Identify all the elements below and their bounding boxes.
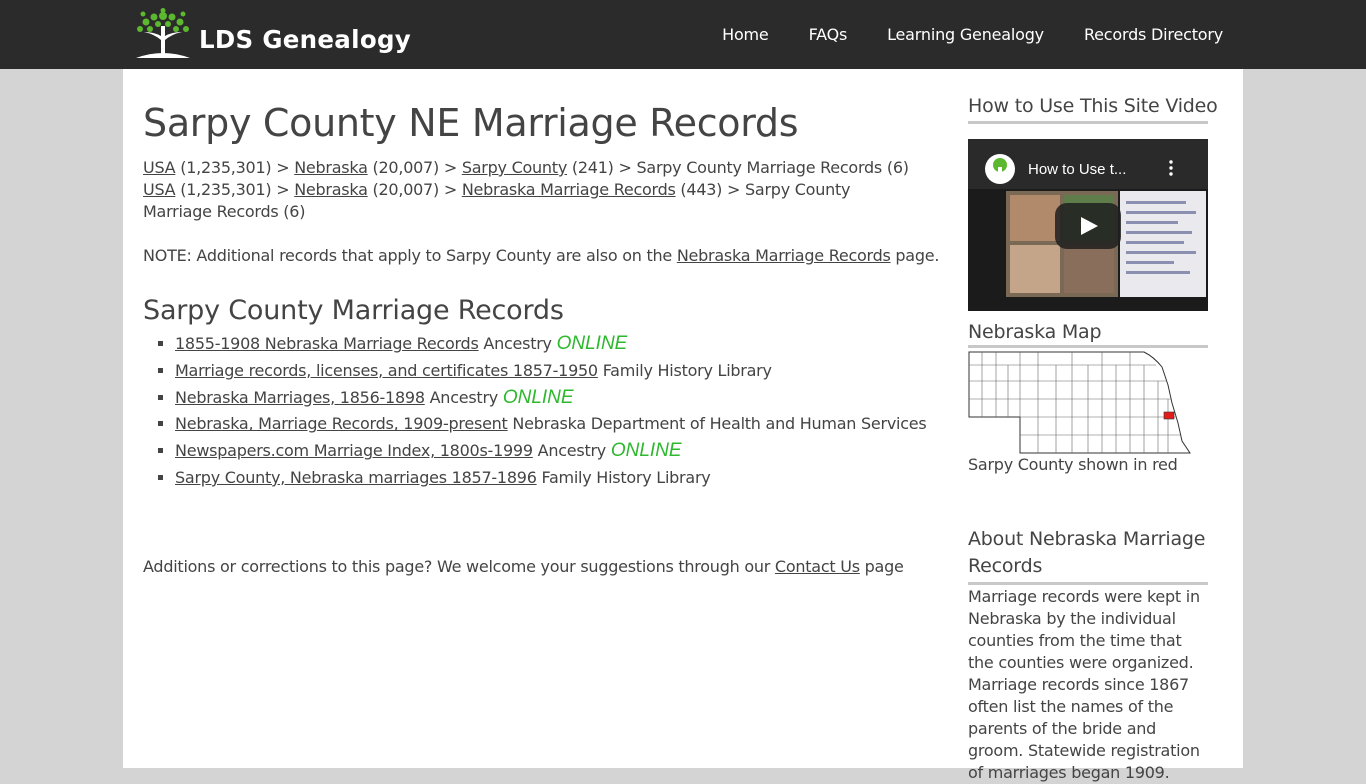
note-text: NOTE: Additional records that apply to S… [143,245,939,267]
main-nav: Home FAQs Learning Genealogy Records Dir… [682,0,1223,69]
list-item: Marriage records, licenses, and certific… [175,358,926,385]
video-title: How to Use t... [1028,161,1127,178]
video-heading: How to Use This Site Video [968,95,1218,124]
breadcrumb-count: (241) > [567,158,637,177]
online-badge: ONLINE [502,386,574,408]
note-prefix: NOTE: Additional records that apply to S… [143,246,677,265]
corrections-note: Additions or corrections to this page? W… [143,557,904,576]
corrections-suffix: page [859,557,904,576]
list-item: Newspapers.com Marriage Index, 1800s-199… [175,438,926,465]
breadcrumb-count: (1,235,301) > [175,158,295,177]
records-list: 1855-1908 Nebraska Marriage Records Ance… [143,331,927,492]
list-item: Nebraska, Marriage Records, 1909-present… [175,411,927,438]
about-heading: About Nebraska Marriage Records [968,526,1208,585]
note-suffix: page. [890,246,940,265]
record-link[interactable]: Nebraska, Marriage Records, 1909-present [175,414,508,433]
nebraska-map [968,351,1191,454]
record-link[interactable]: Nebraska Marriages, 1856-1898 [175,388,425,407]
play-icon[interactable] [1055,203,1121,249]
corrections-prefix: Additions or corrections to this page? W… [143,557,775,576]
record-link[interactable]: Marriage records, licenses, and certific… [175,361,598,380]
video-embed[interactable]: How to Use t... [968,139,1208,311]
record-link[interactable]: 1855-1908 Nebraska Marriage Records [175,334,479,353]
breadcrumb-link-sarpy-county[interactable]: Sarpy County [462,158,567,177]
breadcrumb-county: USA (1,235,301) > Nebraska (20,007) > Sa… [143,157,923,179]
online-badge: ONLINE [556,333,628,354]
nav-home[interactable]: Home [722,25,769,44]
section-title: Sarpy County Marriage Records [143,295,564,326]
contact-us-link[interactable]: Contact Us [775,557,860,576]
record-source: Family History Library [597,360,772,380]
record-link[interactable]: Newspapers.com Marriage Index, 1800s-199… [175,441,533,460]
record-source: Family History Library [536,467,711,487]
list-item: Sarpy County, Nebraska marriages 1857-18… [175,465,926,492]
record-link[interactable]: Sarpy County, Nebraska marriages 1857-18… [175,468,537,487]
record-source: Nebraska Department of Health and Human … [507,414,927,434]
breadcrumb-topic: USA (1,235,301) > Nebraska (20,007) > Ne… [143,179,923,223]
page-content: Sarpy County NE Marriage Records USA (1,… [123,69,1243,782]
site-header: LDS Genealogy Home FAQs Learning Genealo… [0,0,1366,69]
logo-text: LDS Genealogy [199,24,412,54]
breadcrumb-current: Sarpy County Marriage Records (6) [636,158,909,177]
map-heading: Nebraska Map [968,321,1208,348]
record-source: Ancestry [424,387,503,407]
nav-records-directory[interactable]: Records Directory [1084,25,1223,44]
online-badge: ONLINE [610,440,682,462]
nav-learning-genealogy[interactable]: Learning Genealogy [887,25,1044,44]
map-caption: Sarpy County shown in red [968,455,1178,474]
tree-logo-icon [136,8,190,58]
breadcrumb-link-nebraska-marriage-records[interactable]: Nebraska Marriage Records [462,180,676,199]
page-title: Sarpy County NE Marriage Records [143,101,799,145]
breadcrumb-count: (1,235,301) > [175,180,295,199]
note-link-nebraska-marriage-records[interactable]: Nebraska Marriage Records [677,246,891,265]
breadcrumb-link-nebraska[interactable]: Nebraska [294,180,368,199]
breadcrumb-count: (20,007) > [367,180,462,199]
breadcrumb-link-nebraska[interactable]: Nebraska [294,158,368,177]
breadcrumb-count: (20,007) > [367,158,462,177]
list-item: Nebraska Marriages, 1856-1898 Ancestry O… [175,385,926,412]
list-item: 1855-1908 Nebraska Marriage Records Ance… [175,331,926,358]
breadcrumb-link-usa[interactable]: USA [143,180,176,199]
breadcrumb-count: (443) > [675,180,745,199]
about-text: Marriage records were kept in Nebraska b… [968,587,1200,782]
breadcrumbs: USA (1,235,301) > Nebraska (20,007) > Sa… [143,157,923,223]
site-logo[interactable]: LDS Genealogy [132,8,411,60]
record-source: Ancestry [478,334,557,353]
nav-faqs[interactable]: FAQs [809,25,848,44]
record-source: Ancestry [532,441,611,461]
breadcrumb-link-usa[interactable]: USA [143,158,176,177]
